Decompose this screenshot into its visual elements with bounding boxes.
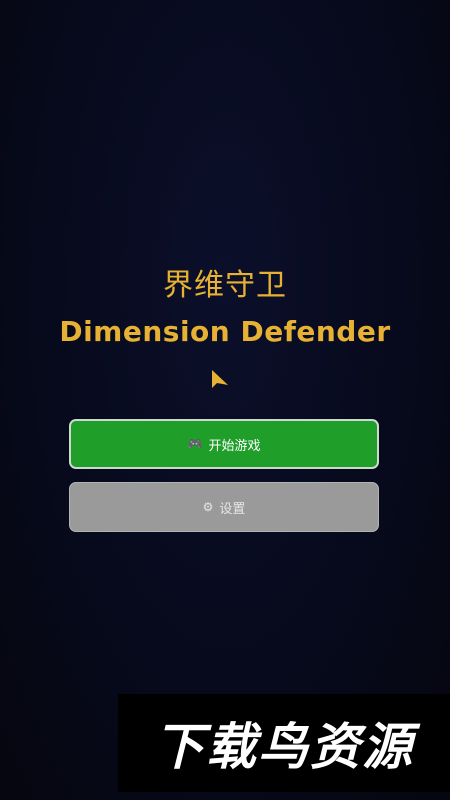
gamepad-icon: 🎮 [187,437,203,451]
gear-icon: ⚙ [202,500,214,514]
settings-label: 设置 [219,501,246,517]
start-game-button[interactable]: 🎮 开始游戏 [69,419,379,469]
watermark-text: 下载鸟资源 [154,718,414,776]
settings-button[interactable]: ⚙ 设置 [69,482,379,532]
title-block: 界维守卫 Dimension Defender [0,266,450,352]
game-title-chinese: 界维守卫 [163,268,287,303]
arrow-cursor-icon [212,370,228,388]
start-game-label: 开始游戏 [208,438,261,454]
watermark-logo: 下载鸟资源 [118,694,450,792]
game-title-english: Dimension Defender [59,315,391,348]
